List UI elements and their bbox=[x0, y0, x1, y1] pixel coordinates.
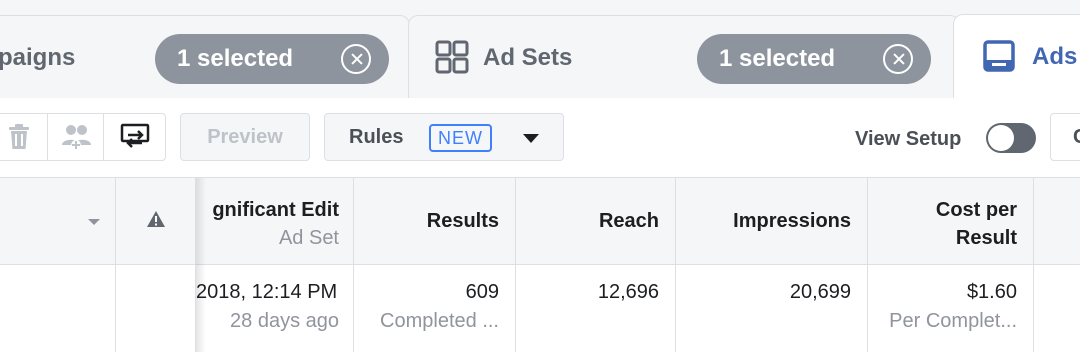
column-header-reach[interactable]: Reach bbox=[516, 178, 676, 265]
table-header-row: gnificant Edit Ad Set Results Reach Impr… bbox=[0, 178, 1080, 265]
tab-ad-sets-label: Ad Sets bbox=[483, 44, 573, 71]
cell-delivery-warning bbox=[116, 265, 196, 352]
column-header-next[interactable] bbox=[1034, 178, 1080, 265]
clear-selection-icon[interactable] bbox=[883, 44, 913, 74]
results-value: 609 bbox=[465, 281, 499, 303]
column-header-impressions[interactable]: Impressions bbox=[676, 178, 868, 265]
table-row[interactable]: 2018, 12:14 PM 28 days ago 609 Completed… bbox=[0, 265, 1080, 352]
cost-per-result-header-line1: Cost per bbox=[935, 199, 1017, 221]
cell-significant-edit: 2018, 12:14 PM 28 days ago bbox=[196, 265, 354, 352]
ad-sets-selected-pill[interactable]: 1 selected bbox=[697, 34, 931, 84]
column-header-cost-per-result[interactable]: Cost per Result bbox=[868, 178, 1034, 265]
results-type: Completed ... bbox=[380, 310, 499, 332]
column-header-name[interactable] bbox=[0, 178, 116, 265]
impressions-value: 20,699 bbox=[789, 281, 851, 303]
preview-button-label: Preview bbox=[207, 125, 283, 148]
cell-name[interactable] bbox=[0, 265, 116, 352]
column-header-significant-edit[interactable]: gnificant Edit Ad Set bbox=[196, 178, 354, 265]
audience-button[interactable] bbox=[47, 114, 103, 160]
cost-per-result-header-line2: Result bbox=[955, 227, 1017, 249]
compare-arrows-icon bbox=[120, 123, 149, 148]
overflow-button-label: C bbox=[1073, 126, 1080, 149]
ad-sets-grid-icon bbox=[435, 40, 469, 74]
results-header-label: Results bbox=[426, 210, 499, 232]
people-icon bbox=[61, 125, 91, 150]
reach-header-label: Reach bbox=[598, 210, 659, 232]
tab-campaigns[interactable]: paigns 1 selected bbox=[0, 15, 410, 99]
frozen-column-shadow bbox=[196, 178, 206, 352]
cell-impressions: 20,699 bbox=[676, 265, 868, 352]
trash-icon bbox=[9, 124, 29, 149]
level-tab-strip: paigns 1 selected Ad Sets 1 selected Ads bbox=[0, 0, 1080, 100]
warning-icon bbox=[147, 211, 165, 227]
significant-edit-value: 2018, 12:14 PM bbox=[196, 281, 338, 303]
cell-next bbox=[1034, 265, 1080, 352]
rules-button[interactable]: Rules NEW bbox=[324, 113, 564, 161]
campaigns-selected-count: 1 selected bbox=[177, 45, 294, 72]
rules-button-label: Rules bbox=[349, 125, 404, 148]
new-badge: NEW bbox=[429, 124, 492, 152]
reach-value: 12,696 bbox=[597, 281, 659, 303]
view-setup-label: View Setup bbox=[855, 128, 962, 150]
column-header-delivery-warning[interactable] bbox=[116, 178, 196, 265]
column-header-results[interactable]: Results bbox=[354, 178, 516, 265]
delete-button[interactable] bbox=[0, 114, 47, 160]
cell-reach: 12,696 bbox=[516, 265, 676, 352]
compare-button[interactable] bbox=[103, 114, 165, 160]
cost-per-result-type: Per Complet... bbox=[889, 310, 1017, 332]
clear-selection-icon[interactable] bbox=[341, 44, 371, 74]
chevron-down-icon bbox=[523, 134, 539, 143]
ad-icon bbox=[983, 40, 1015, 72]
tab-ad-sets[interactable]: Ad Sets 1 selected bbox=[408, 15, 960, 99]
impressions-header-label: Impressions bbox=[733, 210, 851, 232]
action-icon-group bbox=[0, 113, 166, 161]
preview-button[interactable]: Preview bbox=[180, 113, 310, 161]
toolbar: Preview Rules NEW View Setup C bbox=[0, 98, 1080, 178]
sort-caret-icon[interactable] bbox=[88, 219, 100, 225]
campaigns-selected-pill[interactable]: 1 selected bbox=[155, 34, 389, 84]
cost-per-result-value: $1.60 bbox=[966, 281, 1017, 303]
tab-ads[interactable]: Ads bbox=[953, 14, 1080, 100]
tab-ads-label: Ads bbox=[1032, 43, 1078, 70]
significant-edit-header-sub: Ad Set bbox=[278, 227, 339, 249]
cell-cost-per-result: $1.60 Per Complet... bbox=[868, 265, 1034, 352]
view-setup-toggle[interactable] bbox=[986, 123, 1036, 153]
significant-edit-relative-time: 28 days ago bbox=[230, 310, 339, 332]
tab-campaigns-label: paigns bbox=[0, 44, 76, 71]
overflow-button[interactable]: C bbox=[1050, 113, 1080, 161]
ad-sets-selected-count: 1 selected bbox=[719, 45, 836, 72]
toggle-knob bbox=[988, 125, 1014, 151]
cell-results: 609 Completed ... bbox=[354, 265, 516, 352]
significant-edit-header-label: gnificant Edit bbox=[212, 199, 339, 221]
